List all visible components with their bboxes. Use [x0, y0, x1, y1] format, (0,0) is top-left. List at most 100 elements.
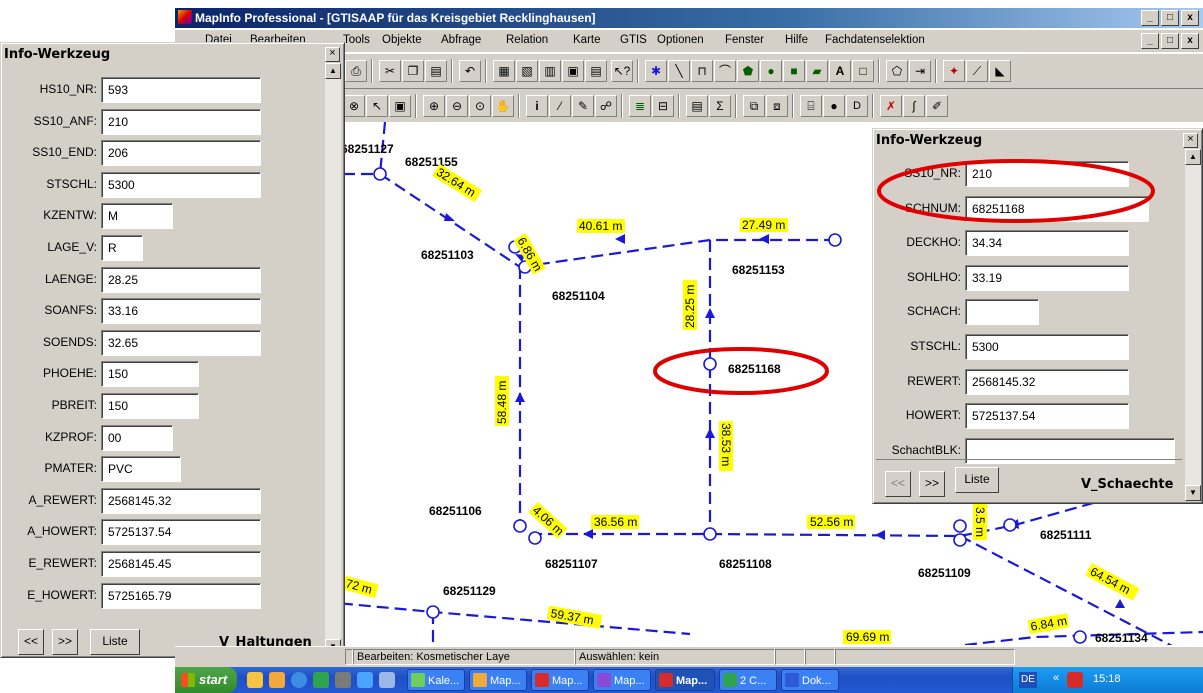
task-button-map-3[interactable]: Map...	[593, 669, 651, 691]
reshape-tool-icon[interactable]: ⬠	[886, 60, 908, 82]
scroll-up-icon[interactable]: ▲	[1185, 149, 1201, 165]
menu-karte[interactable]: Karte	[573, 34, 601, 46]
field-value[interactable]: 00	[101, 424, 173, 451]
help-pointer-icon[interactable]: ↖?	[611, 60, 633, 82]
field-value[interactable]: 5725165.79	[101, 582, 261, 609]
next-record-button[interactable]: >>	[52, 629, 78, 655]
region-style-icon[interactable]: ◣	[989, 60, 1011, 82]
new-browser-icon[interactable]: ▦	[493, 60, 515, 82]
field-value[interactable]: 5725137.54	[965, 403, 1129, 430]
task-button-map-1[interactable]: Map...	[469, 669, 527, 691]
field-value[interactable]: 150	[101, 361, 199, 388]
maximize-button[interactable]: □	[1161, 10, 1179, 26]
digitize-icon[interactable]: D	[846, 95, 868, 117]
field-value[interactable]: 2568145.32	[965, 368, 1129, 395]
doc-minimize-button[interactable]: _	[1141, 33, 1159, 49]
browser-icon[interactable]	[291, 672, 307, 688]
tray-expand-icon[interactable]: «	[1053, 672, 1059, 684]
field-value[interactable]: 5300	[965, 334, 1129, 360]
menu-hilfe[interactable]: Hilfe	[785, 34, 808, 46]
list-button[interactable]: Liste	[955, 467, 999, 493]
freehand-icon[interactable]: ∫	[903, 95, 925, 117]
field-value[interactable]: 32.65	[101, 329, 261, 356]
symbol-tool-icon[interactable]: ✱	[645, 60, 667, 82]
hotlink-icon[interactable]: ⁄	[549, 95, 571, 117]
scroll-down-icon[interactable]: ▼	[1185, 485, 1201, 501]
previous-record-button[interactable]: <<	[885, 471, 911, 497]
task-button-map-active[interactable]: Map...	[655, 669, 715, 691]
field-value[interactable]: 593	[101, 77, 261, 103]
pencil-icon[interactable]: ✐	[926, 95, 948, 117]
draw-tool-icon[interactable]: ✗	[880, 95, 902, 117]
field-value[interactable]: 206	[101, 140, 261, 167]
marquee-select-icon[interactable]: ⊗	[343, 95, 365, 117]
menu-gtis[interactable]: GTIS	[620, 34, 647, 46]
doc-close-button[interactable]: x	[1181, 33, 1199, 49]
list-button[interactable]: Liste	[90, 629, 140, 655]
redistrict-icon[interactable]: ▤	[585, 60, 607, 82]
menu-fenster[interactable]: Fenster	[725, 34, 764, 46]
menu-relation[interactable]: Relation	[506, 34, 548, 46]
field-value[interactable]: 33.19	[965, 264, 1129, 291]
new-grapher-icon[interactable]: ▥	[539, 60, 561, 82]
clip-region-icon[interactable]: ⧉	[743, 95, 765, 117]
layer-control-icon[interactable]: ≣	[629, 95, 651, 117]
print-icon[interactable]: ⎙	[345, 60, 367, 82]
next-record-button[interactable]: >>	[919, 471, 945, 497]
symbol-dot-icon[interactable]: ●	[823, 95, 845, 117]
frame-tool-icon[interactable]: □	[852, 60, 874, 82]
rectangle-tool-icon[interactable]: ■	[783, 60, 805, 82]
field-value[interactable]: 33.16	[101, 298, 261, 325]
undo-icon[interactable]: ↶	[459, 60, 481, 82]
desktop-icon[interactable]	[357, 672, 373, 688]
menu-tools[interactable]: Tools	[343, 34, 370, 46]
field-value[interactable]: R	[101, 235, 143, 261]
zoom-out-icon[interactable]: ⊖	[446, 95, 468, 117]
field-value[interactable]: M	[101, 203, 173, 230]
start-button[interactable]: start	[175, 667, 237, 693]
arc-tool-icon[interactable]: ⌒	[714, 60, 736, 82]
close-button[interactable]: x	[1181, 10, 1199, 26]
info-tool-icon[interactable]: i	[526, 95, 548, 117]
quicklaunch-icon[interactable]	[247, 672, 263, 688]
menu-objekte[interactable]: Objekte	[382, 34, 422, 46]
change-view-icon[interactable]: ⊙	[469, 95, 491, 117]
app-icon[interactable]	[335, 672, 351, 688]
field-value[interactable]: 5300	[101, 171, 261, 198]
language-indicator[interactable]: DE	[1019, 672, 1037, 688]
statistics-icon[interactable]: Σ	[709, 95, 731, 117]
panel-scrollbar[interactable]: ▲ ▼	[325, 63, 341, 655]
ellipse-tool-icon[interactable]: ●	[760, 60, 782, 82]
field-value[interactable]: 210	[101, 108, 261, 135]
field-value[interactable]: 28.25	[101, 266, 261, 293]
grabber-hand-icon[interactable]: ✋	[492, 95, 514, 117]
field-value[interactable]: 2568145.45	[101, 551, 261, 577]
task-button-document[interactable]: Dok...	[781, 669, 839, 691]
minimize-button[interactable]: _	[1141, 10, 1159, 26]
previous-record-button[interactable]: <<	[18, 629, 44, 655]
field-value[interactable]: PVC	[101, 456, 181, 483]
rounded-rect-tool-icon[interactable]: ▰	[806, 60, 828, 82]
copy-icon[interactable]: ❐	[402, 60, 424, 82]
zoom-in-icon[interactable]: ⊕	[423, 95, 445, 117]
set-target-icon[interactable]: ⧈	[766, 95, 788, 117]
panel-scrollbar[interactable]: ▲ ▼	[1185, 149, 1201, 501]
drag-window-icon[interactable]: ☍	[595, 95, 617, 117]
doc-maximize-button[interactable]: □	[1161, 33, 1179, 49]
label-tool-icon[interactable]: ✎	[572, 95, 594, 117]
field-value[interactable]	[965, 299, 1039, 326]
task-button-calendar[interactable]: Kale...	[407, 669, 465, 691]
mapinfo-tray-icon[interactable]	[1067, 672, 1083, 688]
close-icon[interactable]: ×	[1183, 133, 1198, 148]
app-titlebar[interactable]: MapInfo Professional - [GTISAAP für das …	[175, 8, 1203, 28]
close-icon[interactable]: ×	[325, 47, 340, 62]
new-layout-icon[interactable]: ▣	[562, 60, 584, 82]
task-button-group[interactable]: 2 C...	[719, 669, 777, 691]
scroll-up-icon[interactable]: ▲	[325, 63, 341, 79]
symbol-style-icon[interactable]: ✦	[943, 60, 965, 82]
new-mapper-icon[interactable]: ▧	[516, 60, 538, 82]
text-tool-icon[interactable]: A	[829, 60, 851, 82]
add-node-icon[interactable]: ⇥	[909, 60, 931, 82]
folder-icon[interactable]	[269, 672, 285, 688]
field-value[interactable]: 5725137.54	[101, 519, 261, 546]
